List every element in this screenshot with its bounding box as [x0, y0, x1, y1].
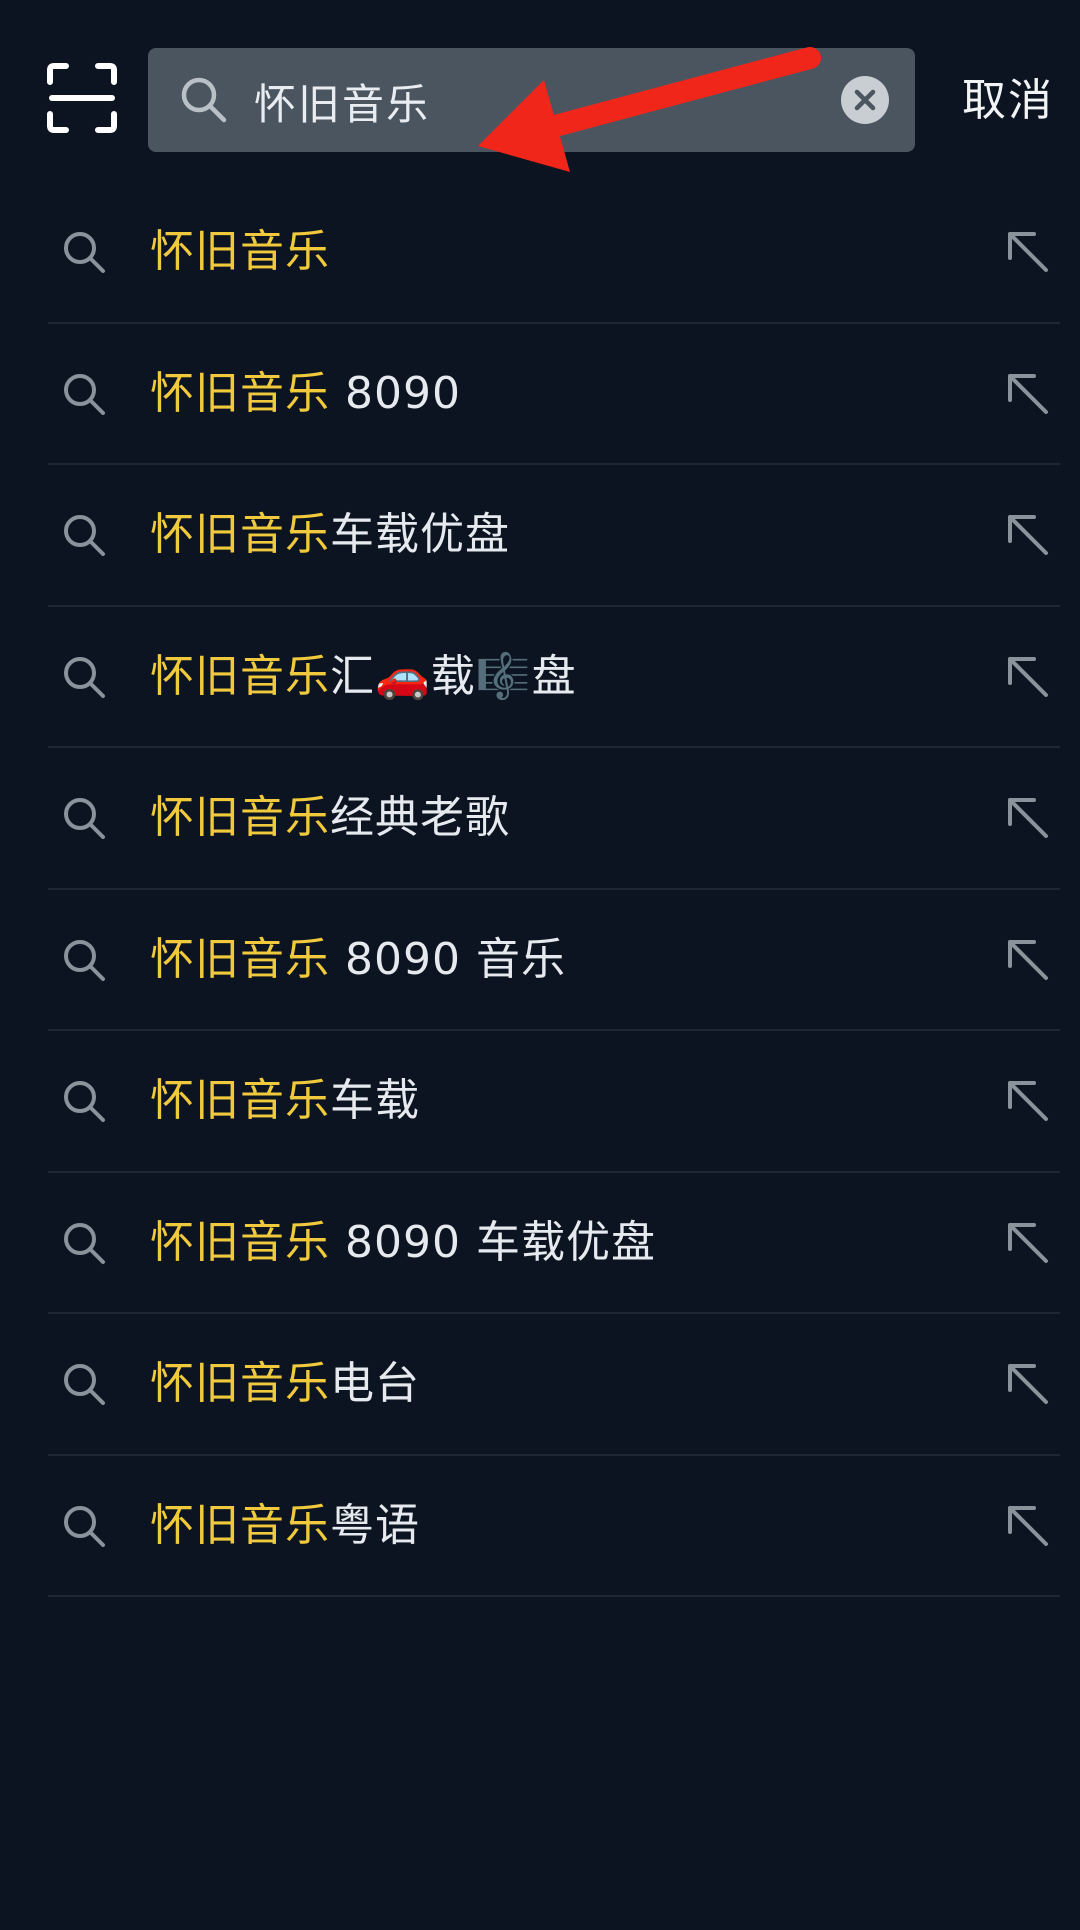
suggestion-highlight: 怀旧音乐: [150, 1075, 330, 1126]
scan-button[interactable]: [44, 60, 120, 136]
suggestion-highlight: 怀旧音乐: [150, 1358, 330, 1409]
arrow-up-left-icon[interactable]: [1000, 224, 1056, 280]
search-icon: [64, 656, 105, 698]
suggestion-item-7[interactable]: 怀旧音乐 8090 车载优盘: [0, 1173, 1080, 1315]
suggestion-item-9[interactable]: 怀旧音乐粤语: [0, 1456, 1080, 1598]
suggestion-highlight: 怀旧音乐: [150, 1216, 330, 1268]
suggestion-rest: 8090 音乐: [330, 933, 566, 985]
suggestion-item-8[interactable]: 怀旧音乐电台: [0, 1314, 1080, 1456]
suggestion-highlight: 怀旧音乐: [150, 792, 330, 843]
search-header: 取消: [0, 0, 1080, 180]
suggestion-rest: 电台: [330, 1358, 420, 1409]
suggestion-item-3[interactable]: 怀旧音乐汇🚗载🎼盘: [0, 607, 1080, 749]
arrow-up-left-icon[interactable]: [1000, 1073, 1056, 1129]
suggestion-item-6[interactable]: 怀旧音乐车载: [0, 1031, 1080, 1173]
suggestion-rest: 8090 车载优盘: [330, 1216, 656, 1268]
search-icon: [64, 1081, 105, 1122]
suggestion-highlight: 怀旧音乐: [150, 367, 330, 419]
suggestion-rest: 经典老歌: [330, 792, 510, 843]
suggestion-highlight: 怀旧音乐: [150, 650, 330, 702]
suggestion-item-4[interactable]: 怀旧音乐经典老歌: [0, 748, 1080, 890]
search-icon: [64, 515, 105, 556]
suggestion-text: 怀旧音乐: [150, 220, 330, 284]
suggestion-item-0[interactable]: 怀旧音乐: [0, 182, 1080, 324]
suggestion-text: 怀旧音乐电台: [150, 1352, 420, 1416]
search-icon: [64, 798, 105, 839]
suggestion-highlight: 怀旧音乐: [150, 1499, 330, 1551]
search-icon: [64, 939, 105, 981]
suggestion-highlight: 怀旧音乐: [150, 226, 330, 277]
arrow-up-left-icon[interactable]: [1000, 1215, 1056, 1271]
suggestion-text: 怀旧音乐汇🚗载🎼盘: [150, 645, 577, 709]
app-root: 取消 怀旧音乐 怀旧音乐 8090: [0, 0, 1080, 1930]
search-icon: [64, 1222, 105, 1264]
search-icon: [64, 1505, 105, 1547]
suggestion-text: 怀旧音乐车载优盘: [150, 503, 510, 567]
suggestion-text: 怀旧音乐 8090 音乐: [150, 928, 566, 992]
arrow-up-left-icon[interactable]: [1000, 649, 1056, 705]
search-icon: [64, 373, 105, 415]
arrow-up-left-icon[interactable]: [1000, 1498, 1056, 1554]
suggestion-highlight: 怀旧音乐: [150, 509, 330, 560]
suggestion-list: 怀旧音乐 怀旧音乐 8090 怀旧音乐车载优盘 怀旧音乐汇🚗载🎼盘 怀旧音乐经典…: [0, 182, 1080, 1597]
clear-icon: [854, 89, 876, 111]
suggestion-rest: 8090: [330, 367, 461, 419]
arrow-up-left-icon[interactable]: [1000, 507, 1056, 563]
suggestion-rest: 汇🚗载🎼盘: [330, 650, 577, 702]
arrow-up-left-icon[interactable]: [1000, 1356, 1056, 1412]
suggestion-highlight: 怀旧音乐: [150, 933, 330, 985]
cancel-button[interactable]: 取消: [962, 66, 1062, 136]
suggestion-item-5[interactable]: 怀旧音乐 8090 音乐: [0, 890, 1080, 1032]
suggestion-rest: 车载优盘: [330, 509, 510, 560]
scan-icon: [47, 63, 117, 133]
suggestion-text: 怀旧音乐 8090 车载优盘: [150, 1211, 656, 1275]
search-input[interactable]: [252, 62, 816, 140]
suggestion-text: 怀旧音乐车载: [150, 1069, 420, 1133]
arrow-up-left-icon[interactable]: [1000, 932, 1056, 988]
search-icon: [64, 232, 105, 273]
suggestion-item-1[interactable]: 怀旧音乐 8090: [0, 324, 1080, 466]
suggestion-text: 怀旧音乐经典老歌: [150, 786, 510, 850]
search-icon: [64, 1364, 105, 1405]
arrow-up-left-icon[interactable]: [1000, 790, 1056, 846]
suggestion-item-2[interactable]: 怀旧音乐车载优盘: [0, 465, 1080, 607]
suggestion-text: 怀旧音乐粤语: [150, 1494, 420, 1558]
arrow-up-left-icon[interactable]: [1000, 366, 1056, 422]
search-icon: [181, 77, 227, 123]
clear-search-button[interactable]: [841, 76, 889, 124]
suggestion-rest: 车载: [330, 1075, 420, 1126]
search-box[interactable]: [148, 48, 915, 152]
suggestion-text: 怀旧音乐 8090: [150, 362, 461, 426]
suggestion-rest: 粤语: [330, 1499, 420, 1551]
